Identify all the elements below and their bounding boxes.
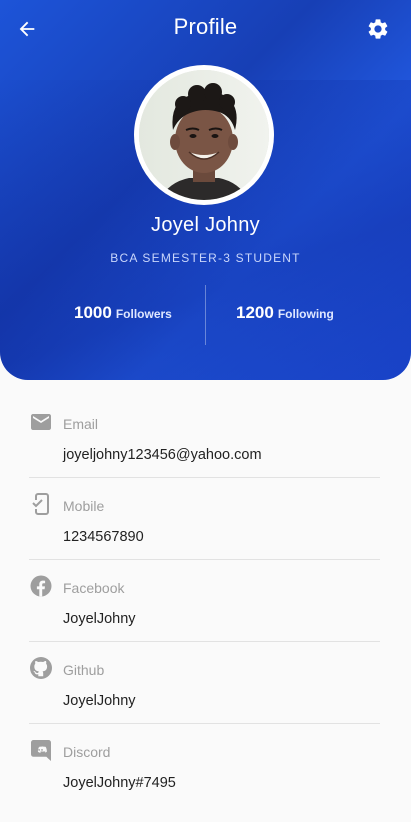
- email-icon: [29, 410, 53, 434]
- avatar[interactable]: [139, 70, 269, 200]
- profile-header: Profile Joyel Johny BCA SEMESTER-3 STUDE…: [0, 0, 411, 380]
- info-value: joyeljohny123456@yahoo.com: [63, 447, 262, 463]
- facebook-icon: [29, 574, 53, 598]
- stats-row: 1000 Followers 1200 Following: [0, 285, 411, 345]
- info-label: Email: [63, 416, 99, 432]
- followers-count: 1000: [74, 303, 112, 322]
- info-item-discord[interactable]: Discord JoyelJohny#7495: [0, 724, 411, 806]
- info-item-github[interactable]: Github JoyelJohny: [0, 642, 411, 724]
- info-value: 1234567890: [63, 529, 144, 545]
- info-value: JoyelJohny#7495: [63, 775, 176, 791]
- info-value: JoyelJohny: [63, 611, 136, 627]
- followers-label: Followers: [115, 307, 172, 321]
- info-label: Mobile: [63, 498, 105, 514]
- info-label: Github: [63, 662, 105, 678]
- info-value: JoyelJohny: [63, 693, 136, 709]
- info-label: Facebook: [63, 580, 125, 596]
- github-icon: [29, 656, 53, 680]
- following-count: 1200: [236, 303, 274, 322]
- discord-icon: [29, 738, 53, 762]
- profile-screen: Profile Joyel Johny BCA SEMESTER-3 STUDE…: [0, 0, 411, 822]
- info-item-facebook[interactable]: Facebook JoyelJohny: [0, 560, 411, 642]
- page-title: Profile: [173, 14, 238, 39]
- gear-icon: [368, 19, 388, 39]
- avatar-ring: [134, 65, 274, 205]
- info-item-email[interactable]: Email joyeljohny123456@yahoo.com: [0, 396, 411, 478]
- followers-stat[interactable]: 1000 Followers: [74, 303, 172, 323]
- info-list: Email joyeljohny123456@yahoo.com Mobile …: [0, 396, 411, 806]
- following-stat[interactable]: 1200 Following: [236, 303, 334, 323]
- settings-button[interactable]: [363, 14, 393, 44]
- info-label: Discord: [63, 744, 111, 760]
- profile-subtitle: BCA SEMESTER-3 STUDENT: [110, 251, 301, 265]
- stats-divider: [205, 285, 206, 345]
- avatar-photo: [139, 70, 269, 200]
- profile-name: Joyel Johny: [151, 214, 260, 236]
- following-label: Following: [277, 307, 334, 321]
- info-item-mobile[interactable]: Mobile 1234567890: [0, 478, 411, 560]
- mobile-icon: [29, 492, 53, 516]
